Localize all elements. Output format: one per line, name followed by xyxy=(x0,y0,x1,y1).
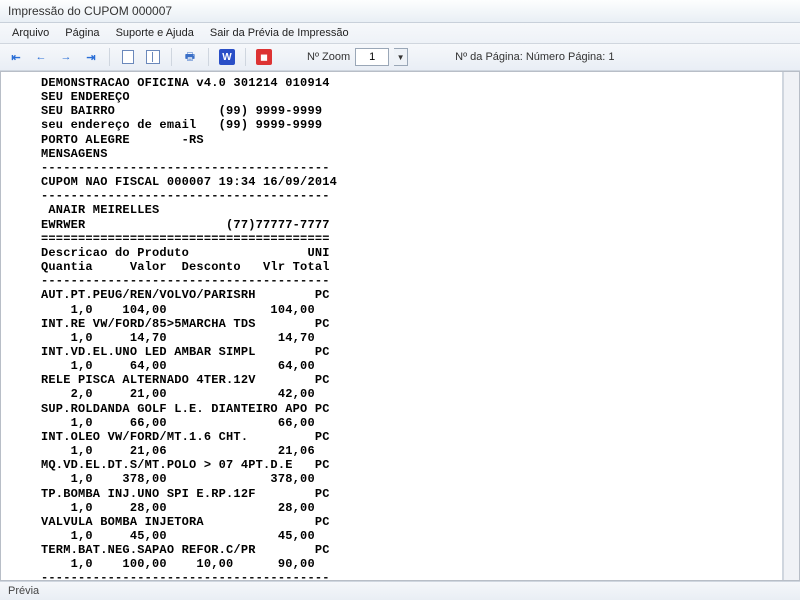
page-preview: DEMONSTRACAO OFICINA v4.0 301214 010914 … xyxy=(1,72,783,580)
menu-suporte[interactable]: Suporte e Ajuda xyxy=(110,25,200,41)
window-titlebar: Impressão do CUPOM 000007 xyxy=(0,0,800,23)
double-page-button[interactable] xyxy=(143,47,163,67)
receipt-content: DEMONSTRACAO OFICINA v4.0 301214 010914 … xyxy=(1,72,782,580)
toolbar: ⇤ ← → ⇥ 🖶 W ◼ Nº Zoom 1 ▼ Nº da Página: … xyxy=(0,44,800,71)
vertical-scrollbar[interactable] xyxy=(783,72,799,580)
word-icon: W xyxy=(219,49,235,65)
menu-pagina[interactable]: Página xyxy=(59,25,105,41)
toolbar-separator xyxy=(208,48,209,66)
preview-workspace: DEMONSTRACAO OFICINA v4.0 301214 010914 … xyxy=(0,71,800,581)
print-button[interactable]: 🖶 xyxy=(180,47,200,67)
zoom-label: Nº Zoom xyxy=(307,51,350,63)
pdf-export-button[interactable]: ◼ xyxy=(254,47,274,67)
pdf-icon: ◼ xyxy=(256,49,272,65)
toolbar-separator xyxy=(171,48,172,66)
word-export-button[interactable]: W xyxy=(217,47,237,67)
zoom-dropdown-button[interactable]: ▼ xyxy=(394,48,408,66)
next-page-button[interactable]: → xyxy=(56,47,76,67)
menu-bar: Arquivo Página Suporte e Ajuda Sair da P… xyxy=(0,23,800,44)
status-text: Prévia xyxy=(8,585,39,597)
last-page-button[interactable]: ⇥ xyxy=(81,47,101,67)
zoom-input[interactable]: 1 xyxy=(355,48,389,66)
single-page-button[interactable] xyxy=(118,47,138,67)
window-title: Impressão do CUPOM 000007 xyxy=(8,4,172,18)
toolbar-separator xyxy=(245,48,246,66)
prev-page-button[interactable]: ← xyxy=(31,47,51,67)
menu-sair[interactable]: Sair da Prévia de Impressão xyxy=(204,25,355,41)
first-page-button[interactable]: ⇤ xyxy=(6,47,26,67)
status-bar: Prévia xyxy=(0,581,800,600)
menu-arquivo[interactable]: Arquivo xyxy=(6,25,55,41)
toolbar-separator xyxy=(109,48,110,66)
page-number-label: Nº da Página: Número Página: 1 xyxy=(455,51,614,63)
